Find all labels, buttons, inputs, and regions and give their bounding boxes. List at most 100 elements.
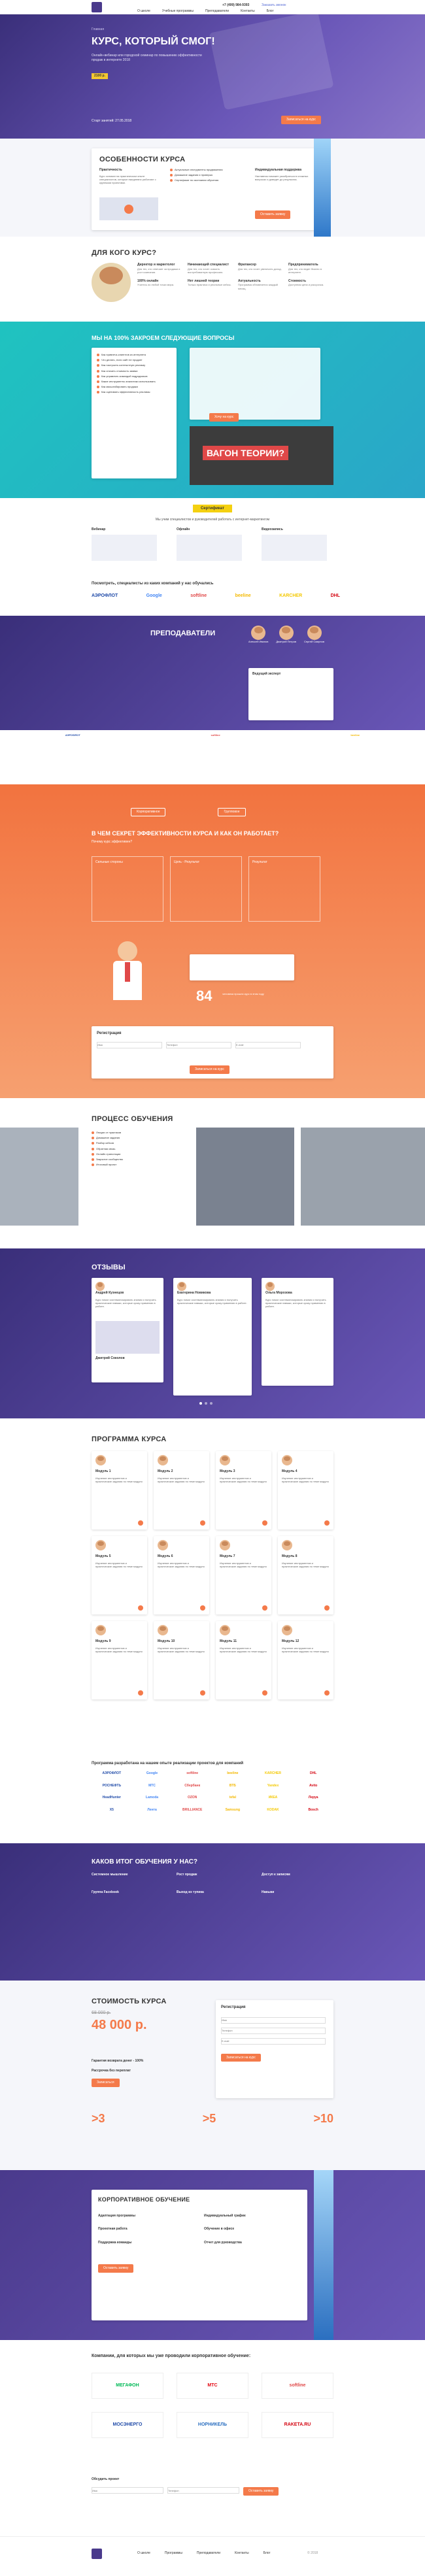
format-item[interactable]: Офлайн	[177, 527, 242, 561]
hero-cta-button[interactable]: Записаться на курс	[281, 116, 321, 124]
corp-phone-input[interactable]	[167, 2487, 239, 2494]
program-module-card[interactable]: Модуль 8 Изучение инструментов и практиче…	[278, 1536, 333, 1614]
footer-nav-item[interactable]: Контакты	[235, 2551, 249, 2556]
phone-input[interactable]	[166, 1041, 231, 1048]
features-col2-text: Наставник поможет разобраться в сложных …	[255, 175, 309, 182]
teacher[interactable]: Дмитрий Петров	[276, 626, 296, 643]
result-item: Рост продаж	[177, 1873, 197, 1877]
pagination-dot[interactable]	[199, 1402, 202, 1405]
program-client-logo: KODAK	[267, 1807, 279, 1812]
efficiency-title: В ЧЕМ СЕКРЕТ ЭФФЕКТИВНОСТИ КУРСА И КАК О…	[92, 830, 279, 837]
email-input[interactable]	[235, 1041, 301, 1048]
footer-nav-item[interactable]: Программы	[165, 2551, 182, 2556]
header-phone[interactable]: +7 (499) 984-9393	[222, 3, 249, 8]
tab-group[interactable]: Групповое	[218, 808, 246, 816]
price-name-input[interactable]	[221, 2016, 326, 2024]
program-module-card[interactable]: Модуль 6 Изучение инструментов и практиче…	[154, 1536, 209, 1614]
module-arrow-icon[interactable]	[138, 1520, 143, 1526]
page: +7 (499) 984-9393 Заказать звонок О школ…	[0, 0, 425, 2576]
nav-item[interactable]: Преподаватели	[205, 9, 229, 14]
price-form-submit[interactable]: Записаться на курс	[221, 2053, 261, 2062]
program-module-card[interactable]: Модуль 9 Изучение инструментов и практиче…	[92, 1621, 147, 1699]
nav-item[interactable]: Блог	[267, 9, 274, 14]
logo[interactable]	[92, 2, 102, 12]
module-arrow-icon[interactable]	[324, 1690, 330, 1696]
play-icon[interactable]	[124, 205, 133, 214]
corporate-item: Поддержка команды	[98, 2240, 132, 2245]
process-photo-left	[0, 1128, 78, 1226]
program-client-logo: Леруа	[308, 1796, 318, 1799]
nav-item[interactable]: Контакты	[241, 9, 255, 14]
module-arrow-icon[interactable]	[200, 1520, 205, 1526]
process-item: Обратная связь	[92, 1147, 190, 1150]
program-client-logo: Сбербанк	[184, 1783, 201, 1788]
price-new: 48 000 р.	[92, 2018, 147, 2032]
audience-item: Предприниматель Для тех, кто ведет бизнес…	[288, 263, 322, 274]
corp-name-input[interactable]	[92, 2487, 163, 2494]
module-arrow-icon[interactable]	[324, 1520, 330, 1526]
review-card: Екатерина Новикова Курс помог систематиз…	[173, 1278, 252, 1396]
audience-item: Стоимость Доступная цена и рассрочка.	[288, 278, 324, 287]
corp-submit[interactable]: Оставить заявку	[243, 2487, 279, 2496]
module-arrow-icon[interactable]	[138, 1605, 143, 1611]
module-title: Модуль 7	[220, 1554, 235, 1558]
name-input[interactable]	[97, 1041, 162, 1048]
program-client-logo: АЭРОФЛОТ	[102, 1771, 122, 1775]
module-arrow-icon[interactable]	[262, 1690, 267, 1696]
footer-nav-item[interactable]: Блог	[264, 2551, 271, 2556]
teacher[interactable]: Сергей Смирнов	[304, 626, 324, 643]
module-author-avatar	[95, 1540, 106, 1550]
format-item[interactable]: Вебинар	[92, 527, 157, 561]
module-arrow-icon[interactable]	[262, 1520, 267, 1526]
module-arrow-icon[interactable]	[324, 1605, 330, 1611]
corp-client-logo: RAKETA.RU	[262, 2412, 333, 2438]
corporate-card: КОРПОРАТИВНОЕ ОБУЧЕНИЕ Адаптация програм…	[92, 2190, 307, 2320]
client-logo: DHL	[330, 594, 340, 598]
module-arrow-icon[interactable]	[200, 1605, 205, 1611]
program-module-card[interactable]: Модуль 1 Изучение инструментов и практиче…	[92, 1451, 147, 1530]
teacher[interactable]: Алексей Иванов	[248, 626, 268, 643]
pagination-dot[interactable]	[205, 1402, 207, 1405]
program-module-card[interactable]: Модуль 10 Изучение инструментов и практич…	[154, 1621, 209, 1699]
program-client-logo: Samsung	[225, 1807, 241, 1812]
footer-nav-item[interactable]: Преподаватели	[197, 2551, 220, 2556]
questions-cta[interactable]: Хочу на курс	[209, 413, 239, 422]
features-video[interactable]	[99, 197, 158, 220]
module-author-avatar	[282, 1540, 292, 1550]
format-item[interactable]: Видеозапись	[262, 527, 327, 561]
features-cta-button[interactable]: Оставить заявку	[255, 210, 291, 219]
module-author-avatar	[282, 1455, 292, 1465]
module-arrow-icon[interactable]	[262, 1605, 267, 1611]
program-module-card[interactable]: Модуль 3 Изучение инструментов и практиче…	[216, 1451, 271, 1530]
result-item: Группа Facebook	[92, 1890, 119, 1894]
call-link[interactable]: Заказать звонок	[262, 3, 286, 8]
program-module-card[interactable]: Модуль 5 Изучение инструментов и практиче…	[92, 1536, 147, 1614]
module-title: Модуль 11	[220, 1639, 237, 1643]
program-module-card[interactable]: Модуль 2 Изучение инструментов и практиче…	[154, 1451, 209, 1530]
feature-bullet: Сертификат по окончании обучения	[170, 178, 242, 182]
program-client-logo: DHL	[310, 1771, 317, 1775]
form-submit-button[interactable]: Записаться на курс	[190, 1065, 230, 1074]
corporate-item: Индивидуальный график	[204, 2213, 246, 2218]
popup-title: Вагон теории?	[203, 446, 288, 461]
program-module-card[interactable]: Модуль 11 Изучение инструментов и практич…	[216, 1621, 271, 1699]
tab-corporate[interactable]: Корпоративное	[131, 808, 166, 816]
footer-nav-item[interactable]: О школе	[137, 2551, 150, 2556]
nav-item[interactable]: О школе	[137, 9, 150, 14]
module-arrow-icon[interactable]	[200, 1690, 205, 1696]
program-module-card[interactable]: Модуль 12 Изучение инструментов и практич…	[278, 1621, 333, 1699]
bonus-value: >10	[313, 2112, 333, 2125]
nav-item[interactable]: Учебные программы	[162, 9, 194, 14]
program-section: ПРОГРАММА КУРСА Модуль 1 Изучение инструм…	[0, 1418, 425, 1758]
price-cta[interactable]: Записаться	[92, 2079, 120, 2087]
price-phone-input[interactable]	[221, 2027, 326, 2034]
price-email-input[interactable]	[221, 2037, 326, 2045]
module-arrow-icon[interactable]	[138, 1690, 143, 1696]
program-module-card[interactable]: Модуль 4 Изучение инструментов и практиче…	[278, 1451, 333, 1530]
audience-item: Актуальность Программа обновляется каждый…	[238, 278, 278, 290]
corporate-cta[interactable]: Оставить заявку	[98, 2264, 134, 2273]
breadcrumb[interactable]: Главная	[92, 27, 104, 32]
footer-logo[interactable]	[92, 2549, 102, 2559]
program-module-card[interactable]: Модуль 7 Изучение инструментов и практиче…	[216, 1536, 271, 1614]
pagination-dot[interactable]	[210, 1402, 212, 1405]
